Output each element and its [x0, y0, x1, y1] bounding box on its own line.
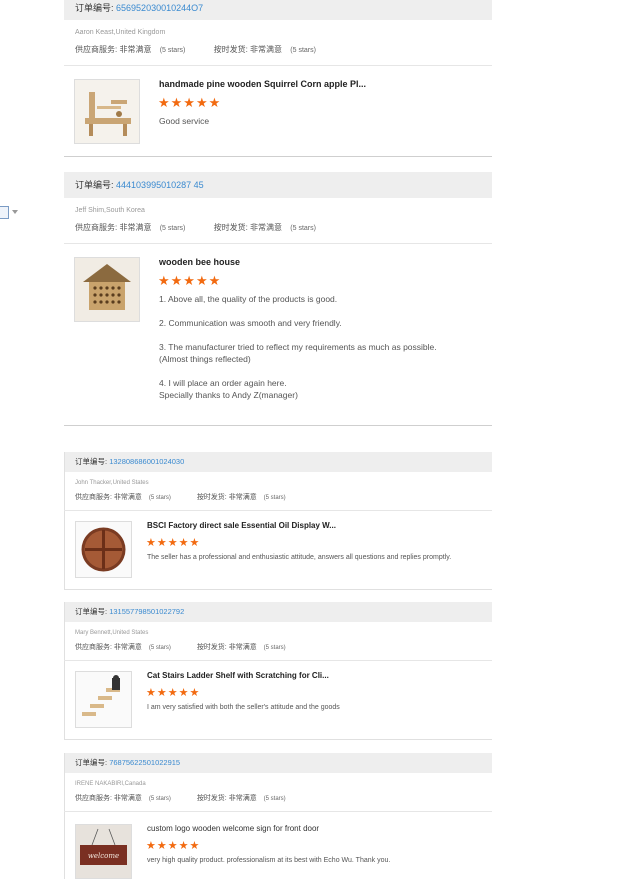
- welcome-sign-image: welcome: [76, 825, 131, 878]
- rating-row: 供应商服务: 非常满意 (5 stars) 按时发货: 非常满意 (5 star…: [75, 44, 316, 55]
- supplier-service-rating: 供应商服务: 非常满意: [75, 644, 142, 651]
- review-card: 订单编号: 656952030010244O7 Aaron Keast,Unit…: [64, 0, 492, 158]
- divider: [64, 660, 492, 661]
- rating-row: 供应商服务: 非常满意 (5 stars) 按时发货: 非常满意 (5 star…: [75, 642, 286, 652]
- product-image[interactable]: [75, 521, 132, 578]
- review-card: 订单编号: 132808686001024030 John Thacker,Un…: [64, 452, 492, 590]
- supplier-service-rating: 供应商服务: 非常满意: [75, 795, 142, 802]
- shipping-stars-text: (5 stars): [290, 225, 316, 232]
- divider: [64, 510, 492, 511]
- product-title-link[interactable]: BSCI Factory direct sale Essential Oil D…: [147, 521, 336, 530]
- supplier-service-rating: 供应商服务: 非常满意: [75, 494, 142, 501]
- supplier-service-rating: 供应商服务: 非常满意: [75, 45, 152, 54]
- order-label: 订单编号:: [75, 3, 114, 13]
- shipping-stars-text: (5 stars): [290, 47, 316, 54]
- buyer-name: IRENE NAKABIRI,Canada: [75, 781, 146, 787]
- order-number-link[interactable]: 656952030010244O7: [116, 3, 203, 13]
- essential-oil-shelf-image: [76, 522, 131, 577]
- review-card: 订单编号: 76875622501022915 IRENE NAKABIRI,C…: [64, 753, 492, 879]
- supplier-service-rating: 供应商服务: 非常满意: [75, 223, 152, 232]
- star-rating: ★★★★★: [146, 840, 201, 852]
- order-label: 订单编号:: [75, 607, 108, 616]
- product-image[interactable]: [75, 671, 132, 728]
- product-image[interactable]: [74, 79, 140, 144]
- shipping-stars-text: (5 stars): [263, 796, 286, 802]
- shipping-rating: 按时发货: 非常满意: [196, 494, 257, 501]
- review-card: 订单编号: 444103995010287 45 Jeff Shim,South…: [64, 172, 492, 428]
- section-separator: [64, 739, 492, 740]
- rating-row: 供应商服务: 非常满意 (5 stars) 按时发货: 非常满意 (5 star…: [75, 793, 286, 803]
- shipping-rating: 按时发货: 非常满意: [196, 644, 257, 651]
- supplier-stars-text: (5 stars): [159, 47, 186, 54]
- document-icon[interactable]: [0, 206, 9, 219]
- product-title-link[interactable]: handmade pine wooden Squirrel Corn apple…: [159, 79, 366, 89]
- order-header: 订单编号: 76875622501022915: [64, 753, 492, 773]
- shipping-rating: 按时发货: 非常满意: [213, 223, 283, 232]
- order-label: 订单编号:: [75, 758, 108, 767]
- welcome-sign-text: welcome: [88, 852, 119, 860]
- star-rating: ★★★★★: [146, 537, 201, 549]
- rating-row: 供应商服务: 非常满意 (5 stars) 按时发货: 非常满意 (5 star…: [75, 492, 286, 502]
- shipping-rating: 按时发货: 非常满意: [213, 45, 283, 54]
- product-image[interactable]: welcome: [75, 824, 132, 879]
- squirrel-feeder-image: [75, 80, 139, 143]
- order-header: 订单编号: 656952030010244O7: [64, 0, 492, 20]
- order-label: 订单编号:: [75, 457, 108, 466]
- rating-row: 供应商服务: 非常满意 (5 stars) 按时发货: 非常满意 (5 star…: [75, 222, 316, 233]
- order-number-link[interactable]: 131557798501022792: [109, 607, 184, 616]
- supplier-stars-text: (5 stars): [159, 225, 186, 232]
- buyer-name: Aaron Keast,United Kingdom: [75, 29, 166, 36]
- review-text: Good service: [159, 116, 210, 126]
- divider: [64, 243, 492, 244]
- buyer-name: Mary Bennett,United States: [75, 630, 149, 636]
- order-number-link[interactable]: 444103995010287 45: [116, 180, 204, 190]
- cat-stairs-image: [76, 672, 131, 727]
- order-header: 订单编号: 132808686001024030: [64, 452, 492, 472]
- section-separator: [64, 589, 492, 590]
- supplier-stars-text: (5 stars): [148, 495, 171, 501]
- review-text: The seller has a professional and enthus…: [147, 554, 452, 561]
- bee-house-image: [75, 258, 139, 321]
- card-border: [64, 602, 65, 740]
- review-text: 1. Above all, the quality of the product…: [159, 294, 437, 400]
- review-text: I am very satisfied with both the seller…: [147, 704, 340, 711]
- divider: [64, 65, 492, 66]
- card-border: [64, 753, 65, 879]
- supplier-stars-text: (5 stars): [148, 645, 171, 651]
- review-text: very high quality product. professionali…: [147, 857, 391, 864]
- order-label: 订单编号:: [75, 180, 114, 190]
- product-title-link[interactable]: wooden bee house: [159, 257, 240, 267]
- shipping-stars-text: (5 stars): [263, 645, 286, 651]
- product-image[interactable]: [74, 257, 140, 322]
- review-card: 订单编号: 131557798501022792 Mary Bennett,Un…: [64, 602, 492, 740]
- supplier-stars-text: (5 stars): [148, 796, 171, 802]
- order-header: 订单编号: 444103995010287 45: [64, 172, 492, 198]
- star-rating: ★★★★★: [158, 95, 222, 110]
- shipping-rating: 按时发货: 非常满意: [196, 795, 257, 802]
- order-header: 订单编号: 131557798501022792: [64, 602, 492, 622]
- buyer-name: John Thacker,United States: [75, 480, 149, 486]
- product-title-link[interactable]: custom logo wooden welcome sign for fron…: [147, 824, 319, 833]
- section-separator: [64, 156, 492, 157]
- star-rating: ★★★★★: [146, 687, 201, 699]
- order-number-link[interactable]: 76875622501022915: [109, 758, 180, 767]
- order-number-link[interactable]: 132808686001024030: [109, 457, 184, 466]
- shipping-stars-text: (5 stars): [263, 495, 286, 501]
- star-rating: ★★★★★: [158, 273, 222, 288]
- divider: [64, 811, 492, 812]
- chevron-down-icon[interactable]: [12, 210, 18, 214]
- product-title-link[interactable]: Cat Stairs Ladder Shelf with Scratching …: [147, 671, 329, 680]
- card-border: [64, 452, 65, 590]
- buyer-name: Jeff Shim,South Korea: [75, 207, 145, 214]
- section-separator: [64, 425, 492, 426]
